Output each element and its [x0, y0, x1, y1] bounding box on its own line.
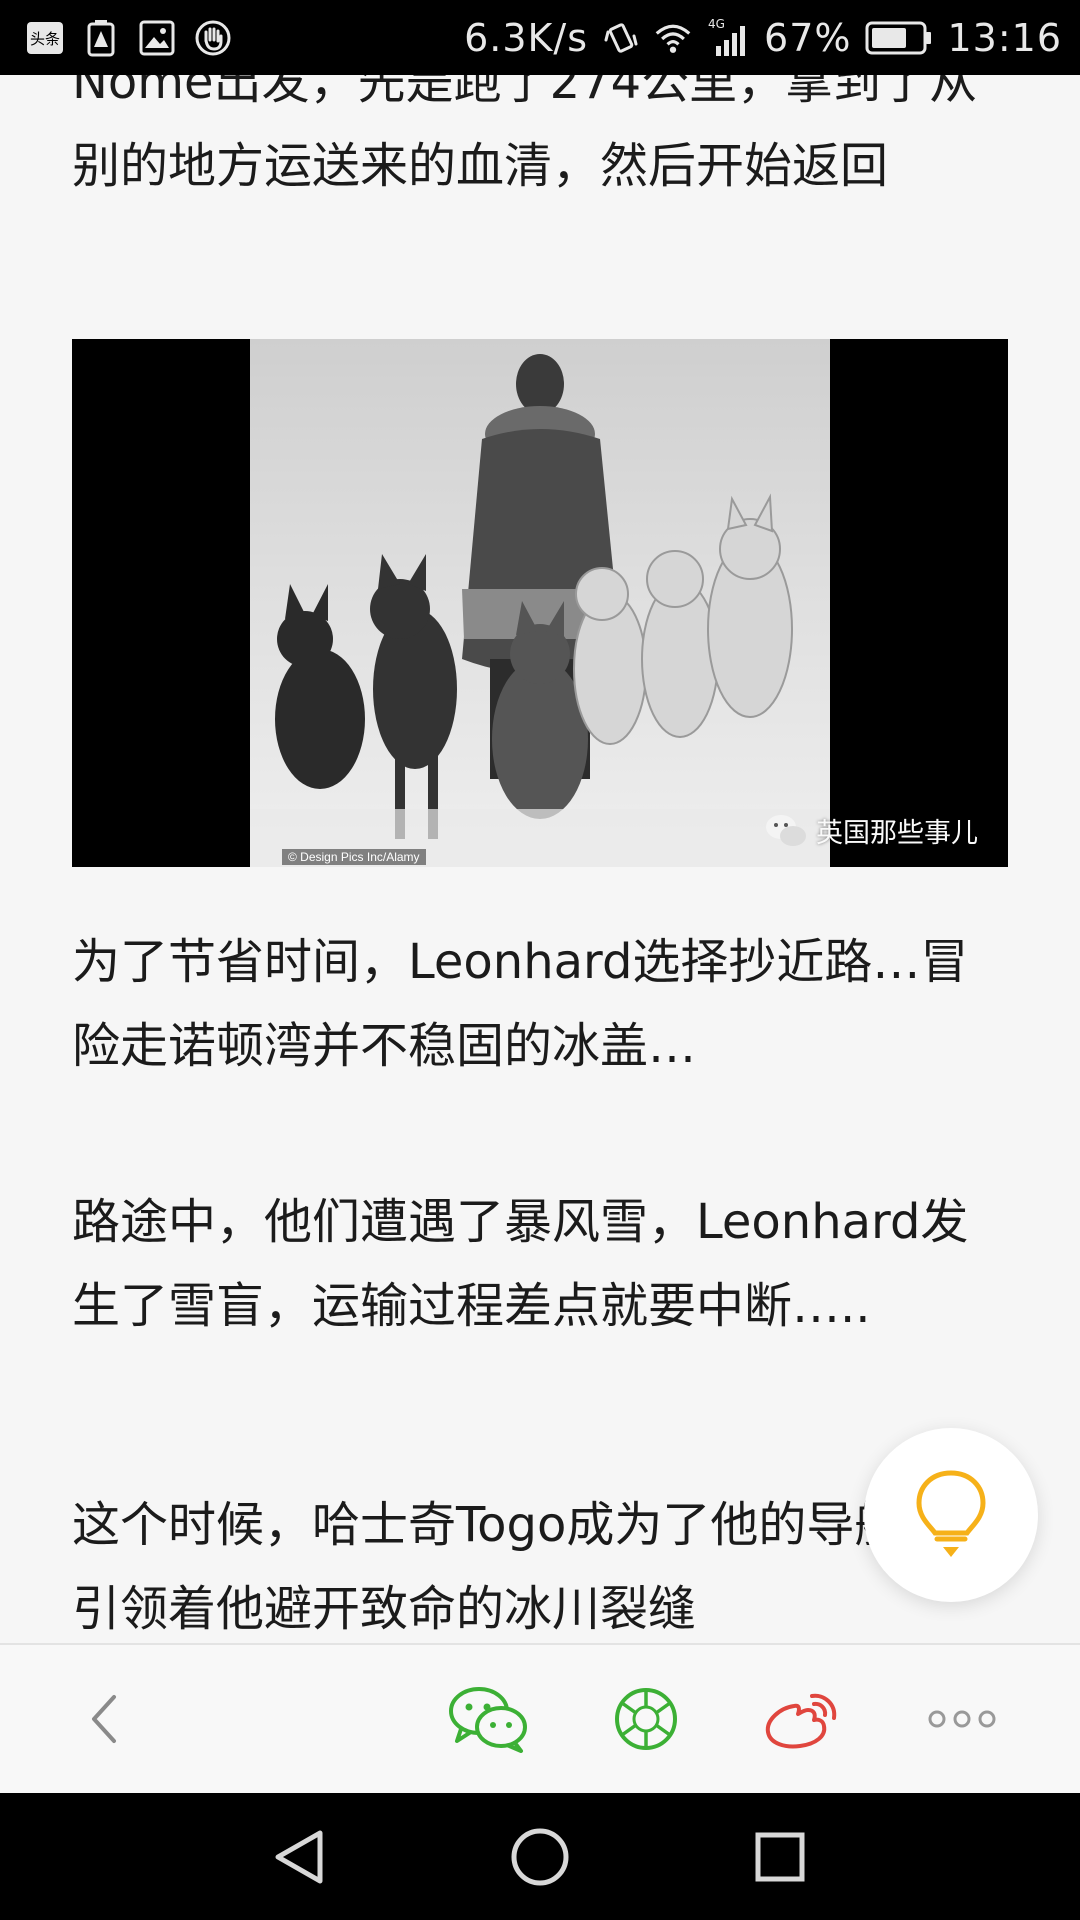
article-photo[interactable]: © Design Pics Inc/Alamy 英国那些事儿 [72, 339, 1008, 867]
status-system: 6.3K/s 4G 67% 13:16 [464, 16, 1062, 60]
article-paragraph: 路途中，他们遭遇了暴风雪，Leonhard发生了雪盲，运输过程差点就要中断….. [72, 1194, 969, 1334]
status-notifications: 头条 [26, 19, 232, 57]
nav-back-button[interactable] [256, 1813, 344, 1901]
share-action-bar [0, 1643, 1080, 1793]
screen: 头条 6.3K/s 4G 67% 13:16 Nome出发，先是跑了274公里，… [0, 0, 1080, 1920]
hand-stop-icon [194, 19, 232, 57]
more-options-button[interactable] [912, 1645, 1012, 1793]
status-bar: 头条 6.3K/s 4G 67% 13:16 [0, 0, 1080, 75]
article-paragraph: 这个时候，哈士奇Togo成为了他的导航，引领着他避开致命的冰川裂缝 [72, 1497, 951, 1637]
back-chevron-icon [92, 1695, 116, 1743]
share-weibo-button[interactable] [756, 1645, 848, 1793]
clock: 13:16 [947, 15, 1062, 60]
back-button[interactable] [64, 1645, 144, 1793]
image-icon [138, 19, 176, 57]
share-wechat-button[interactable] [442, 1645, 534, 1793]
moments-icon [615, 1688, 677, 1750]
sled-dog-photo [250, 339, 830, 867]
weibo-icon [765, 1693, 837, 1749]
article-paragraph: 为了节省时间，Leonhard选择抄近路…冒险走诺顿湾并不稳固的冰盖… [72, 934, 969, 1074]
back-triangle-icon [275, 1830, 323, 1884]
wechat-icon [449, 1687, 527, 1753]
photo-watermark: 英国那些事儿 [764, 811, 978, 850]
more-dots-icon [928, 1710, 996, 1728]
article-paragraph: Nome出发，先是跑了274公里，拿到了从别的地方运送来的血清，然后开始返回 [72, 75, 978, 194]
guide-floating-button[interactable] [864, 1428, 1038, 1602]
share-moments-button[interactable] [600, 1645, 692, 1793]
nav-home-button[interactable] [496, 1813, 584, 1901]
svg-text:4G: 4G [708, 17, 725, 31]
article-body: Nome出发，先是跑了274公里，拿到了从别的地方运送来的血清，然后开始返回 ©… [72, 75, 1012, 1643]
nav-recents-button[interactable] [736, 1813, 824, 1901]
toutiao-app-icon: 头条 [26, 19, 64, 57]
wechat-watermark-icon [766, 814, 806, 846]
wifi-icon [654, 19, 692, 57]
network-speed: 6.3K/s [464, 15, 589, 60]
photo-credit: © Design Pics Inc/Alamy [282, 849, 426, 865]
recents-square-icon [755, 1832, 805, 1882]
watermark-text: 英国那些事儿 [816, 818, 978, 849]
battery-icon [865, 21, 933, 55]
home-circle-icon [511, 1828, 569, 1886]
cell-signal-icon: 4G [706, 17, 750, 57]
svg-text:头条: 头条 [30, 30, 60, 48]
vibrate-icon [602, 19, 640, 57]
navigation-bar [0, 1793, 1080, 1920]
battery-percent: 67% [764, 15, 852, 60]
lightbulb-icon [916, 1470, 986, 1557]
battery-saver-icon [82, 19, 120, 57]
